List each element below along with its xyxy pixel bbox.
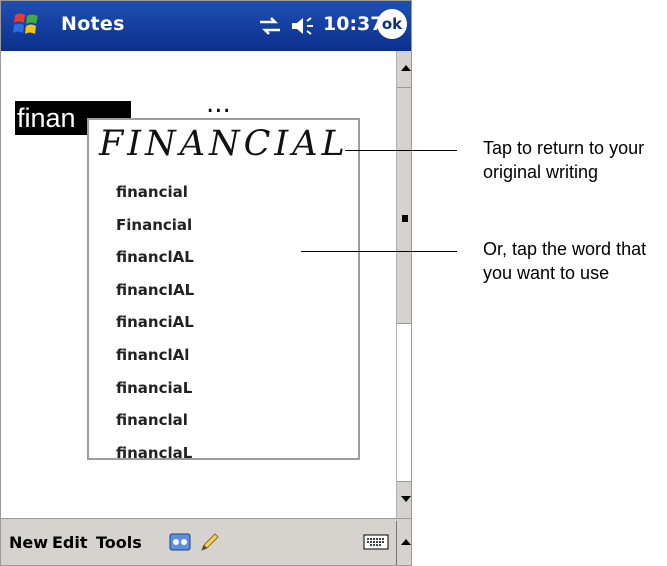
alternate-word[interactable]: financlAL [116,247,194,280]
alternate-word[interactable]: Financial [116,215,194,248]
windows-start-icon[interactable] [11,9,43,41]
connectivity-icon[interactable] [257,16,283,36]
alternate-word[interactable]: financiaL [116,378,194,411]
alternates-popup: FINANCIAL financial Financial financlAL … [87,118,360,462]
arrow-down-icon [401,496,411,502]
command-bar: New Edit Tools [1,518,411,565]
scroll-up-button[interactable] [397,51,411,88]
pen-icon[interactable] [199,531,221,553]
callout-return-text: Tap to return to your original writing [483,138,645,182]
note-trailing-text: ... [206,89,231,119]
menu-edit[interactable]: Edit [52,533,88,552]
menu-new[interactable]: New [9,533,48,552]
menu-tools[interactable]: Tools [96,533,142,552]
ok-button[interactable]: ok [377,9,407,39]
pda-screen: Notes 10:37 ok finan ... FINANCIAL finan… [0,0,412,566]
alternates-list: financial Financial financlAL financIAL … [116,182,194,475]
navigation-bar: Notes 10:37 ok [1,1,411,51]
alternate-word[interactable]: financlaL [116,443,194,476]
grip-icon [402,215,408,222]
alternate-word[interactable]: financlAl [116,345,194,378]
alternate-word[interactable]: financIAL [116,280,194,313]
original-handwriting[interactable]: FINANCIAL [99,124,349,164]
callout-word-text: Or, tap the word that you want to use [483,239,647,283]
scroll-down-button[interactable] [397,481,411,518]
alternate-word[interactable]: financiAL [116,312,194,345]
keyboard-icon[interactable] [363,534,389,550]
alternate-word[interactable]: financial [116,182,194,215]
callout-line-word [301,251,457,252]
alternate-word[interactable]: financlal [116,410,194,443]
vertical-scrollbar[interactable] [396,51,411,518]
recording-icon[interactable] [169,533,191,551]
clock[interactable]: 10:37 [323,13,383,35]
scroll-thumb[interactable] [397,88,411,324]
speaker-icon[interactable] [290,15,316,37]
input-panel-toggle[interactable] [396,521,411,565]
arrow-up-icon [401,65,411,71]
app-title: Notes [61,13,125,35]
arrow-up-icon [401,539,411,545]
callout-line-return [345,150,457,151]
